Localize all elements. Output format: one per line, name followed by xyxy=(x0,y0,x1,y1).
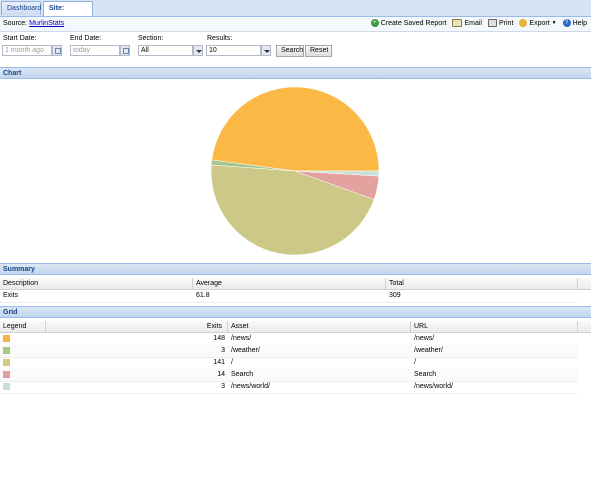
summary-col-description[interactable]: Description xyxy=(0,278,193,289)
summary-col-total[interactable]: Total xyxy=(386,278,578,289)
grid-asset: /news/world/ xyxy=(231,383,270,390)
summary-header-row: Description Average Total xyxy=(0,278,591,290)
email-label: Email xyxy=(464,19,482,27)
grid-exits: 3 xyxy=(221,347,225,354)
summary-description: Exits xyxy=(3,292,19,299)
create-saved-report-label: Create Saved Report xyxy=(380,19,447,27)
source-bar: Source: MurlinStats + Create Saved Repor… xyxy=(0,17,591,32)
grid-col-exits[interactable]: Exits xyxy=(46,321,228,332)
grid-exits: 3 xyxy=(221,383,225,390)
source-prefix: Source: xyxy=(3,20,28,27)
start-date-input[interactable]: 1 month ago xyxy=(2,45,52,56)
grid-url: Search xyxy=(414,371,437,378)
chart-section-header[interactable]: Chart xyxy=(0,67,591,79)
grid-asset: /news/ xyxy=(231,335,252,342)
grid-asset: / xyxy=(231,359,233,366)
calendar-icon[interactable] xyxy=(52,45,62,56)
grid-exits: 14 xyxy=(217,371,225,378)
print-label: Print xyxy=(499,19,514,27)
grid-exits: 148 xyxy=(213,335,225,342)
grid-url: /news/world/ xyxy=(414,383,453,390)
help-icon: ? xyxy=(562,19,571,27)
start-date-label: Start Date: xyxy=(3,35,37,42)
chevron-down-icon[interactable] xyxy=(193,45,203,56)
grid-col-url[interactable]: URL xyxy=(411,321,578,332)
help-label: Help xyxy=(572,19,587,27)
email-icon xyxy=(452,19,463,27)
chevron-down-icon[interactable] xyxy=(261,45,271,56)
help-button[interactable]: ? Help xyxy=(562,19,587,27)
grid-url: /news/ xyxy=(414,335,435,342)
table-row: Exits 61.8 309 xyxy=(0,290,578,303)
section-select[interactable]: All xyxy=(138,45,193,56)
legend-swatch xyxy=(3,371,10,378)
email-button[interactable]: Email xyxy=(452,19,482,27)
grid-asset: /weather/ xyxy=(231,347,260,354)
legend-swatch xyxy=(3,335,10,342)
section-label: Section: xyxy=(138,35,164,42)
export-icon xyxy=(519,19,528,27)
grid-section-header[interactable]: Grid xyxy=(0,306,591,318)
results-select[interactable]: 10 xyxy=(206,45,261,56)
print-button[interactable]: Print xyxy=(488,19,513,27)
pie-chart xyxy=(210,86,380,256)
legend-swatch xyxy=(3,347,10,354)
end-date-input[interactable]: today xyxy=(70,45,120,56)
table-row[interactable]: 3 /news/world/ /news/world/ xyxy=(0,381,578,394)
create-saved-report-button[interactable]: + Create Saved Report xyxy=(370,19,447,27)
export-label: Export xyxy=(529,19,550,27)
grid-asset: Search xyxy=(231,371,254,378)
reset-button[interactable]: Reset xyxy=(305,45,332,57)
plus-icon: + xyxy=(370,19,379,27)
summary-col-average[interactable]: Average xyxy=(193,278,386,289)
grid-url: / xyxy=(414,359,416,366)
print-icon xyxy=(488,19,497,27)
legend-swatch xyxy=(3,383,10,390)
tab-site-exits[interactable]: Site: Exits× xyxy=(43,1,93,26)
source-info: Source: MurlinStats xyxy=(3,20,64,27)
legend-swatch xyxy=(3,359,10,366)
tab-dashboard-label: Dashboard xyxy=(7,5,42,12)
export-button[interactable]: Export ▼ xyxy=(519,19,557,27)
source-link[interactable]: MurlinStats xyxy=(29,20,64,27)
toolbar-actions: + Create Saved Report Email Print Export… xyxy=(370,19,587,27)
end-date-label: End Date: xyxy=(70,35,102,42)
results-label: Results: xyxy=(207,35,233,42)
grid-col-legend[interactable]: Legend xyxy=(0,321,46,332)
grid-exits: 141 xyxy=(213,359,225,366)
pie-slice-1[interactable] xyxy=(211,86,380,172)
summary-total: 309 xyxy=(389,292,401,299)
summary-average: 61.8 xyxy=(196,292,210,299)
chevron-down-icon: ▼ xyxy=(551,20,557,26)
summary-section-header[interactable]: Summary xyxy=(0,263,591,275)
tab-strip: Dashboard Site: Exits× xyxy=(0,0,591,26)
grid-col-asset[interactable]: Asset xyxy=(228,321,411,332)
calendar-icon[interactable] xyxy=(120,45,130,56)
grid-header-row: Legend Exits Asset URL xyxy=(0,321,591,333)
tab-dashboard[interactable]: Dashboard xyxy=(1,1,41,15)
grid-url: /weather/ xyxy=(414,347,443,354)
search-button[interactable]: Search xyxy=(276,45,304,57)
